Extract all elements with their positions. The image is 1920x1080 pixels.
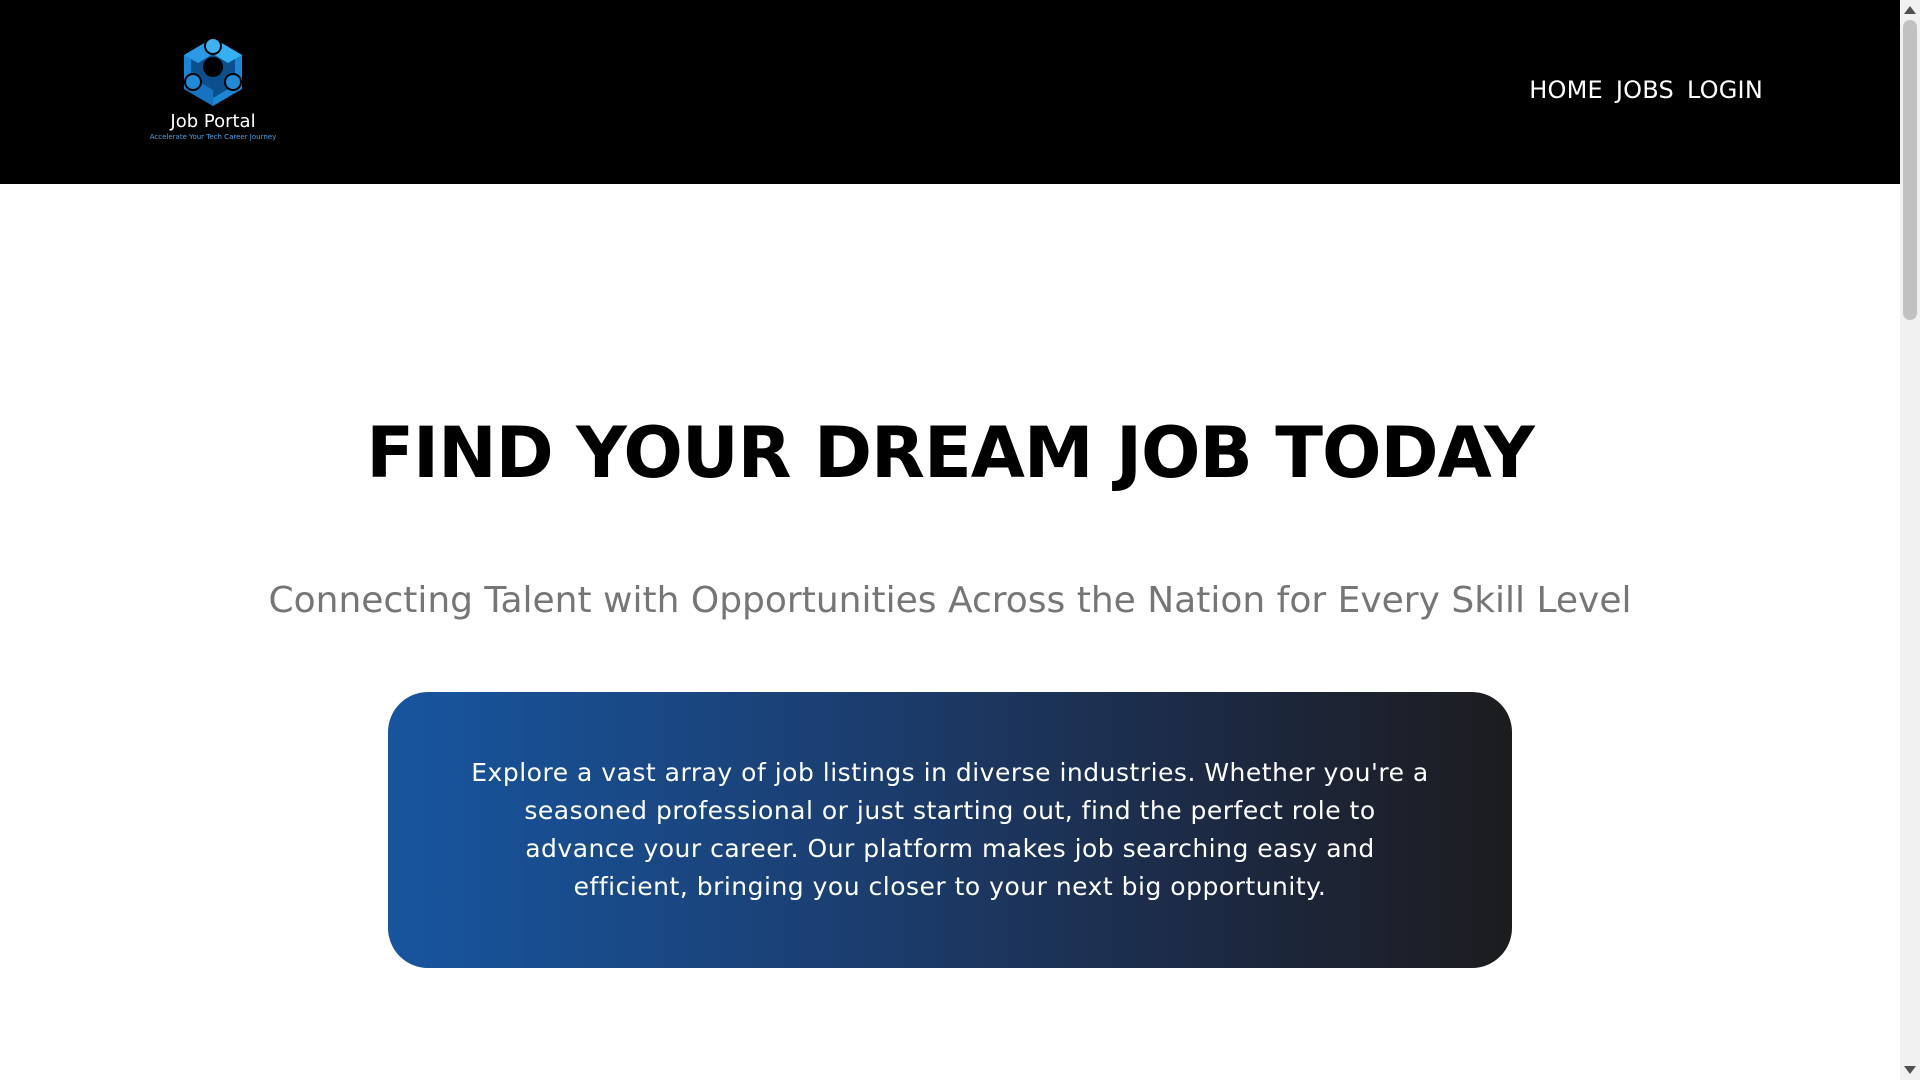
scroll-down-arrow-icon[interactable] (1904, 1066, 1916, 1074)
logo-link[interactable]: Job Portal Accelerate Your Tech Career J… (148, 34, 278, 152)
hero-info-text: Explore a vast array of job listings in … (471, 758, 1429, 901)
nav-link-home[interactable]: HOME (1529, 73, 1603, 107)
hero-subtitle: Connecting Talent with Opportunities Acr… (268, 580, 1632, 621)
scrollbar-thumb[interactable] (1903, 20, 1917, 320)
hero-title: FIND YOUR DREAM JOB TODAY (366, 412, 1535, 494)
vertical-scrollbar[interactable] (1900, 0, 1920, 1080)
browser-viewport: Job Portal Accelerate Your Tech Career J… (0, 0, 1920, 1080)
logo-name: Job Portal (170, 111, 256, 132)
hero-info-card: Explore a vast array of job listings in … (388, 692, 1512, 968)
main-nav: HOME JOBS LOGIN (1529, 73, 1763, 107)
logo-tagline: Accelerate Your Tech Career Journey (149, 133, 277, 141)
navbar: Job Portal Accelerate Your Tech Career J… (0, 0, 1900, 184)
scroll-up-arrow-icon[interactable] (1904, 6, 1916, 14)
nav-link-jobs[interactable]: JOBS (1616, 73, 1674, 107)
nav-link-login[interactable]: LOGIN (1687, 73, 1763, 107)
hexagon-network-logo-icon (184, 37, 242, 106)
page: Job Portal Accelerate Your Tech Career J… (0, 0, 1900, 1080)
